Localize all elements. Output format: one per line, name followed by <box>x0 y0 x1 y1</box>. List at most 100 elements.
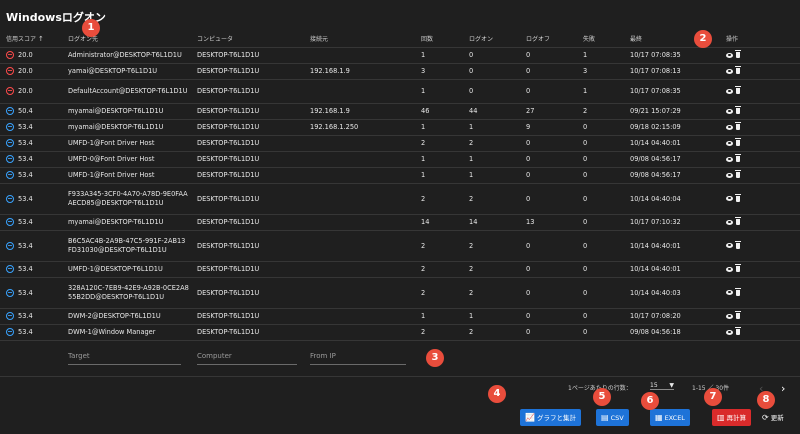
delete-trash-icon[interactable] <box>735 240 741 249</box>
table-row[interactable]: 20.0 DefaultAccount@DESKTOP-T6L1D1U DESKTO… <box>0 79 800 104</box>
logon-cell: 2 <box>469 324 526 341</box>
view-eye-icon[interactable] <box>726 88 733 94</box>
logoff-cell: 0 <box>526 151 583 168</box>
table-row[interactable]: 20.0 Administrator@DESKTOP-T6L1D1U DESKTOP… <box>0 47 800 64</box>
logoff-cell: 0 <box>526 230 583 262</box>
delete-trash-icon[interactable] <box>735 154 741 162</box>
delete-trash-icon[interactable] <box>735 327 741 335</box>
table-row[interactable]: 50.4 myamai@DESKTOP-T6L1D1U DESKTOP-T6L1D1… <box>0 103 800 120</box>
column-header-computer[interactable]: コンピュータ <box>197 30 310 48</box>
column-header-score[interactable]: 信用スコア ↑ <box>0 30 68 48</box>
callout-marker-1: 1 <box>82 19 100 37</box>
target-filter-input[interactable]: Target <box>68 350 181 365</box>
delete-trash-icon[interactable] <box>735 217 741 225</box>
logoff-cell: 0 <box>526 63 583 80</box>
next-page-icon[interactable]: › <box>781 382 785 395</box>
table-row[interactable]: 53.4 UMFD-0@Font Driver Host DESKTOP-T6L1D… <box>0 151 800 168</box>
delete-trash-icon[interactable] <box>735 66 741 74</box>
chart-summary-button[interactable]: 📈 グラフと集計 <box>520 409 581 426</box>
table-row[interactable]: 53.4 DWM-2@DESKTOP-T6L1D1U DESKTOP-T6L1D1U… <box>0 308 800 325</box>
table-row[interactable]: 53.4 328A120C-7EB9-42E9-A92B-0CE2A855B2DD… <box>0 277 800 309</box>
delete-trash-icon[interactable] <box>735 106 741 114</box>
rows-per-page-select[interactable]: 15 ▼ <box>650 382 674 390</box>
view-eye-icon[interactable] <box>726 172 733 178</box>
table-row[interactable]: 53.4 UMFD-1@Font Driver Host DESKTOP-T6L1D… <box>0 135 800 152</box>
view-eye-icon[interactable] <box>726 290 733 295</box>
table-row[interactable]: 53.4 DWM-1@Window Manager DESKTOP-T6L1D1U 2… <box>0 324 800 341</box>
view-eye-icon[interactable] <box>726 219 733 225</box>
view-eye-icon[interactable] <box>726 52 733 58</box>
from-cell <box>310 261 421 278</box>
delete-trash-icon[interactable] <box>735 287 741 296</box>
view-eye-icon[interactable] <box>726 243 733 248</box>
refresh-button[interactable]: ⟳ 更新 <box>757 409 789 426</box>
table-row[interactable]: 53.4 B6C5AC4B-2A9B-47C5-991F-2AB13FD31030… <box>0 230 800 262</box>
delete-trash-icon[interactable] <box>735 50 741 58</box>
view-eye-icon[interactable] <box>726 313 733 319</box>
account-cell: myamai@DESKTOP-T6L1D1U <box>68 214 197 231</box>
excel-button[interactable]: ▦ EXCEL <box>650 409 690 426</box>
view-eye-icon[interactable] <box>726 329 733 335</box>
column-header-count[interactable]: 回数 <box>421 30 469 48</box>
table-row[interactable]: 20.0 yamai@DESKTOP-T6L1D1U DESKTOP-T6L1D1U… <box>0 63 800 80</box>
table-row[interactable]: 53.4 myamai@DESKTOP-T6L1D1U DESKTOP-T6L1D1… <box>0 214 800 231</box>
recalculate-label: 再計算 <box>726 414 747 422</box>
fail-cell: 0 <box>583 183 630 215</box>
column-header-logon[interactable]: ログオン <box>469 30 526 48</box>
recalculate-button[interactable]: ▥ 再計算 <box>712 409 752 426</box>
view-eye-icon[interactable] <box>726 156 733 162</box>
count-cell: 1 <box>421 151 469 168</box>
score-value: 53.4 <box>18 194 33 203</box>
view-eye-icon[interactable] <box>726 140 733 146</box>
delete-trash-icon[interactable] <box>735 138 741 146</box>
from-cell <box>310 214 421 231</box>
view-eye-icon[interactable] <box>726 124 733 130</box>
sort-arrow-up-icon[interactable]: ↑ <box>38 35 44 43</box>
view-eye-icon[interactable] <box>726 68 733 74</box>
table-row[interactable]: 53.4 UMFD-1@Font Driver Host DESKTOP-T6L1D… <box>0 167 800 184</box>
delete-trash-icon[interactable] <box>735 170 741 178</box>
score-cell: 53.4 <box>0 277 68 309</box>
delete-trash-icon[interactable] <box>735 264 741 272</box>
table-row[interactable]: 53.4 UMFD-1@DESKTOP-T6L1D1U DESKTOP-T6L1D1… <box>0 261 800 278</box>
last-cell: 10/17 07:10:32 <box>630 214 726 231</box>
column-header-logoff[interactable]: ログオフ <box>526 30 583 48</box>
table-row[interactable]: 53.4 myamai@DESKTOP-T6L1D1U DESKTOP-T6L1D1… <box>0 119 800 136</box>
view-eye-icon[interactable] <box>726 266 733 272</box>
csv-label: CSV <box>610 414 624 422</box>
score-value: 20.0 <box>18 67 33 75</box>
actions-cell <box>726 261 800 278</box>
from-ip-filter-input[interactable]: From IP <box>310 350 406 365</box>
score-value: 50.4 <box>18 107 33 115</box>
from-cell <box>310 167 421 184</box>
account-cell: UMFD-1@Font Driver Host <box>68 167 197 184</box>
column-header-fail[interactable]: 失敗 <box>583 30 630 48</box>
from-cell <box>310 47 421 64</box>
from-cell <box>310 183 421 215</box>
delete-trash-icon[interactable] <box>735 86 741 94</box>
last-cell: 10/17 07:08:35 <box>630 79 726 104</box>
last-cell: 10/14 04:40:03 <box>630 277 726 309</box>
actions-cell <box>726 135 800 152</box>
delete-trash-icon[interactable] <box>735 311 741 319</box>
view-eye-icon[interactable] <box>726 196 733 201</box>
computer-cell: DESKTOP-T6L1D1U <box>197 63 310 80</box>
chart-summary-label: グラフと集計 <box>536 414 576 422</box>
table-row[interactable]: 53.4 F933A345-3CF0-4A70-A78D-9E0FAAAECD85… <box>0 183 800 215</box>
delete-trash-icon[interactable] <box>735 193 741 202</box>
view-eye-icon[interactable] <box>726 108 733 114</box>
csv-button[interactable]: ▤ CSV <box>596 409 629 426</box>
computer-filter-input[interactable]: Computer <box>197 350 297 365</box>
score-value: 53.4 <box>18 218 33 226</box>
score-cell: 50.4 <box>0 103 68 120</box>
actions-cell <box>726 308 800 325</box>
column-header-from[interactable]: 接続元 <box>310 30 421 48</box>
actions-cell <box>726 230 800 262</box>
count-cell: 2 <box>421 135 469 152</box>
rows-per-page-value: 15 <box>650 382 658 389</box>
score-value: 53.4 <box>18 265 33 273</box>
score-value: 53.4 <box>18 171 33 179</box>
delete-trash-icon[interactable] <box>735 122 741 130</box>
computer-cell: DESKTOP-T6L1D1U <box>197 324 310 341</box>
logoff-cell: 0 <box>526 261 583 278</box>
